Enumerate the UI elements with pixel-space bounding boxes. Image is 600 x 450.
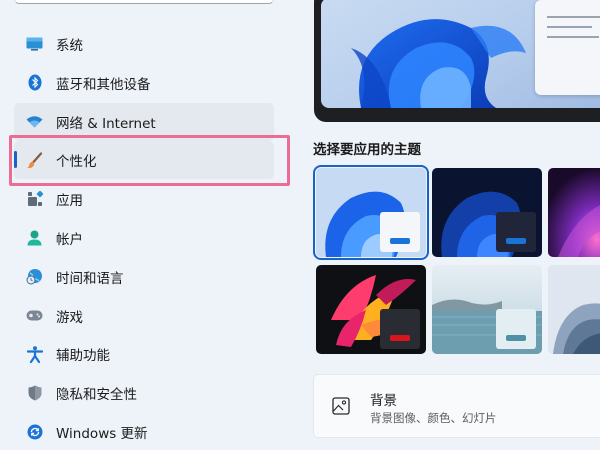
preview-line (547, 26, 592, 28)
preview-line (547, 36, 599, 38)
sidebar-item-bluetooth[interactable]: 蓝牙和其他设备 (14, 64, 274, 102)
windows-update-icon (26, 423, 43, 440)
gamepad-icon (26, 307, 43, 324)
theme-tile-windows-dark[interactable] (432, 168, 542, 257)
sidebar-item-label: Windows 更新 (56, 425, 148, 442)
accessibility-icon (26, 346, 43, 363)
sidebar-item-label: 应用 (56, 193, 83, 210)
sidebar-item-gaming[interactable]: 游戏 (14, 297, 274, 335)
sidebar-item-windows-update[interactable]: Windows 更新 (14, 413, 274, 450)
shield-icon (26, 385, 43, 402)
theme-tile-captured-motion[interactable] (316, 265, 426, 354)
account-icon (26, 229, 43, 246)
globe-clock-icon (26, 268, 43, 285)
sidebar-item-time-language[interactable]: 时间和语言 (14, 258, 274, 296)
search-box[interactable] (14, 0, 274, 4)
sidebar-item-accounts[interactable]: 帐户 (14, 219, 274, 257)
theme-tile-glow[interactable] (548, 168, 600, 257)
sidebar-item-label: 系统 (56, 38, 83, 54)
preview-window-mockup (535, 0, 600, 95)
theme-section-title: 选择要应用的主题 (313, 142, 421, 158)
sidebar-item-label: 网络 & Internet (56, 115, 156, 132)
theme-preview (314, 0, 600, 122)
theme-preview-screen (321, 0, 600, 108)
highlight-annotation-box (9, 135, 290, 186)
theme-tile-windows-light[interactable] (313, 165, 429, 260)
bluetooth-icon (26, 74, 43, 91)
sidebar-nav: 系统 蓝牙和其他设备 网络 & Internet 个性化 应用 帐户 时间和语言… (14, 25, 274, 450)
sidebar-item-label: 游戏 (56, 309, 83, 326)
sidebar-item-label: 帐户 (56, 231, 83, 248)
image-icon (332, 397, 350, 419)
theme-tile-flow[interactable] (548, 265, 600, 354)
sidebar-item-label: 辅助功能 (56, 348, 110, 365)
sidebar-item-privacy[interactable]: 隐私和安全性 (14, 374, 274, 412)
background-setting-card[interactable]: 背景 背景图像、颜色、幻灯片 (313, 374, 600, 438)
sidebar-item-system[interactable]: 系统 (14, 25, 274, 63)
sidebar-item-label: 蓝牙和其他设备 (56, 76, 151, 93)
apps-icon (26, 191, 43, 208)
background-setting-subtitle: 背景图像、颜色、幻灯片 (370, 411, 497, 425)
preview-line (547, 16, 600, 18)
wifi-icon (26, 113, 43, 130)
sidebar-item-label: 时间和语言 (56, 270, 124, 287)
sidebar-item-label: 隐私和安全性 (56, 387, 137, 404)
system-monitor-icon (26, 36, 43, 53)
sidebar-item-accessibility[interactable]: 辅助功能 (14, 335, 274, 373)
background-setting-title: 背景 (370, 393, 397, 409)
theme-tile-sunrise-lake[interactable] (432, 265, 542, 354)
